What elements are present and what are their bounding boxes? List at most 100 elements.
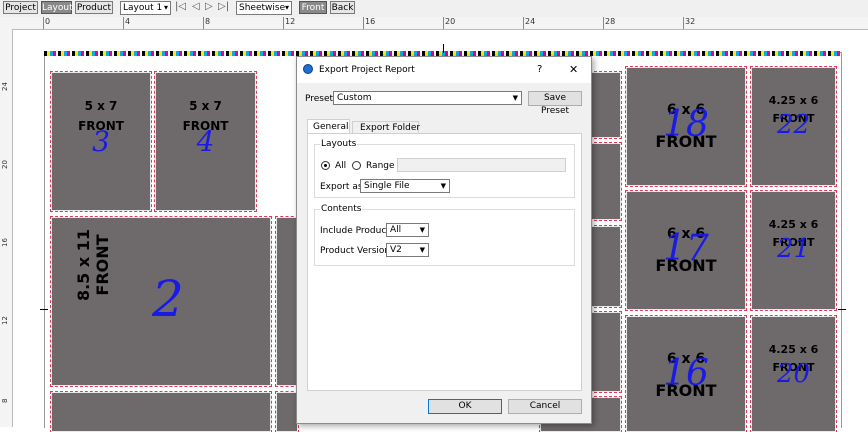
tab-panel: Layouts All Range Export as Single File … (307, 133, 582, 391)
all-radio[interactable] (321, 161, 330, 170)
tab-label: Export Folder (360, 123, 421, 133)
include-products-value: All (390, 225, 402, 235)
prev-page-icon[interactable]: ◁ (192, 1, 200, 12)
range-input[interactable] (397, 158, 566, 172)
panel[interactable] (589, 71, 622, 139)
horizontal-ruler: 0 4 8 12 16 20 24 28 32 (0, 17, 868, 30)
close-icon[interactable]: ✕ (569, 63, 578, 76)
chevron-down-icon: ▼ (419, 246, 425, 254)
panel-number: 17 (663, 228, 709, 269)
ruler-label: 24 (1, 82, 9, 91)
registration-mark (40, 309, 48, 310)
panel-8.5x11[interactable]: 8.5 x 11 FRONT 2 (50, 216, 272, 387)
product-version-value: V2 (390, 245, 402, 255)
top-toolbar: Project Layout Product Layout 1 ▾ |◁ ◁ ▷… (0, 0, 868, 18)
ruler-label: 0 (45, 17, 51, 26)
cancel-button[interactable]: Cancel (508, 399, 582, 414)
ruler-label: 32 (685, 17, 696, 26)
ruler-label: 20 (1, 160, 9, 169)
layout-select[interactable]: Layout 1 ▾ (120, 1, 171, 15)
ruler-label: 20 (445, 17, 456, 26)
panel-6x6[interactable]: 6 x 6 FRONT 16 (625, 315, 747, 432)
ruler-label: 4 (125, 17, 131, 26)
panel[interactable] (589, 225, 622, 308)
panel-size: 8.5 x 11 (74, 228, 93, 302)
product-button[interactable]: Product (75, 1, 113, 14)
panel-5x7[interactable]: 5 x 7 FRONT 3 (50, 71, 152, 212)
panel-number: 4 (196, 125, 215, 158)
project-button[interactable]: Project (3, 1, 38, 14)
save-preset-button[interactable]: Save Preset (528, 91, 582, 116)
ruler-label: 8 (1, 398, 9, 403)
ok-button[interactable]: OK (428, 399, 502, 414)
first-page-icon[interactable]: |◁ (175, 1, 186, 12)
preset-select[interactable]: Custom ▼ (333, 91, 522, 105)
contents-group (314, 209, 575, 266)
ruler-label: 8 (205, 17, 211, 26)
dialog-title-bar: Export Project Report ? ✕ (297, 57, 591, 83)
panel-size: 5 x 7 (84, 99, 118, 113)
panel-number: 2 (152, 270, 184, 328)
ruler-label: 16 (365, 17, 376, 26)
range-radio[interactable] (352, 161, 361, 170)
ruler-label: 16 (1, 238, 9, 247)
product-version-label: Product Version (320, 246, 391, 256)
tab-general[interactable]: General (307, 119, 350, 134)
export-as-value: Single File (364, 181, 410, 191)
chevron-down-icon: ▼ (440, 182, 446, 190)
next-page-icon[interactable]: ▷ (205, 1, 213, 12)
panel-4.25x6[interactable]: 4.25 x 6 FRONT 22 (750, 66, 837, 187)
panel-size: 4.25 x 6 (768, 94, 819, 107)
panel-size: 4.25 x 6 (768, 218, 819, 231)
vertical-ruler: 24 20 16 12 8 (0, 29, 13, 427)
ruler-label: 24 (525, 17, 536, 26)
chevron-down-icon: ▼ (419, 226, 425, 234)
include-products-label: Include Products (320, 226, 395, 236)
panel-number: 21 (776, 234, 811, 264)
help-icon[interactable]: ? (537, 64, 542, 75)
include-products-select[interactable]: All ▼ (386, 223, 429, 237)
contents-group-title: Contents (320, 204, 363, 214)
tab-label: General (313, 122, 349, 132)
panel-5x7[interactable]: 5 x 7 FRONT 4 (154, 71, 257, 212)
panel[interactable] (50, 391, 272, 432)
panel-size: 4.25 x 6 (768, 343, 819, 356)
panel-number: 16 (663, 353, 709, 394)
export-project-report-dialog: Export Project Report ? ✕ Preset Custom … (296, 56, 592, 424)
registration-mark (443, 44, 444, 53)
panel-number: 3 (92, 125, 110, 158)
export-as-select[interactable]: Single File ▼ (360, 179, 450, 193)
layout-button[interactable]: Layout (41, 1, 73, 14)
dialog-title: Export Project Report (319, 65, 415, 75)
app-icon (303, 64, 313, 74)
layout-select-value: Layout 1 (123, 3, 163, 13)
mode-select[interactable]: Sheetwise ▾ (236, 1, 292, 15)
product-version-select[interactable]: V2 ▼ (386, 243, 429, 257)
panel-number: 22 (776, 110, 811, 140)
ruler-label: 28 (605, 17, 616, 26)
ruler-label: 12 (1, 316, 9, 325)
panel[interactable] (589, 311, 622, 393)
panel-size: 5 x 7 (189, 99, 222, 113)
ruler-label: 12 (285, 17, 296, 26)
panel-4.25x6[interactable]: 4.25 x 6 FRONT 21 (750, 190, 837, 311)
range-radio-label: Range (366, 161, 395, 171)
back-button[interactable]: Back (330, 1, 355, 14)
chevron-down-icon: ▾ (163, 3, 168, 12)
chevron-down-icon: ▾ (284, 3, 289, 12)
front-button[interactable]: Front (299, 1, 327, 14)
panel[interactable] (589, 142, 622, 221)
panel-4.25x6[interactable]: 4.25 x 6 FRONT 20 (750, 315, 837, 432)
panel-6x6[interactable]: 6 x 6 FRONT 18 (625, 66, 747, 187)
last-page-icon[interactable]: ▷| (218, 1, 229, 12)
panel-6x6[interactable]: 6 x 6 FRONT 17 (625, 190, 747, 311)
chevron-down-icon: ▼ (512, 94, 518, 102)
panel-number: 18 (663, 104, 709, 145)
mode-select-value: Sheetwise (239, 3, 286, 13)
panel-number: 20 (776, 359, 811, 389)
panel[interactable] (275, 391, 299, 432)
all-radio-label: All (335, 161, 347, 171)
preset-value: Custom (337, 93, 372, 103)
panel[interactable] (275, 216, 299, 387)
preset-label: Preset (305, 94, 334, 104)
